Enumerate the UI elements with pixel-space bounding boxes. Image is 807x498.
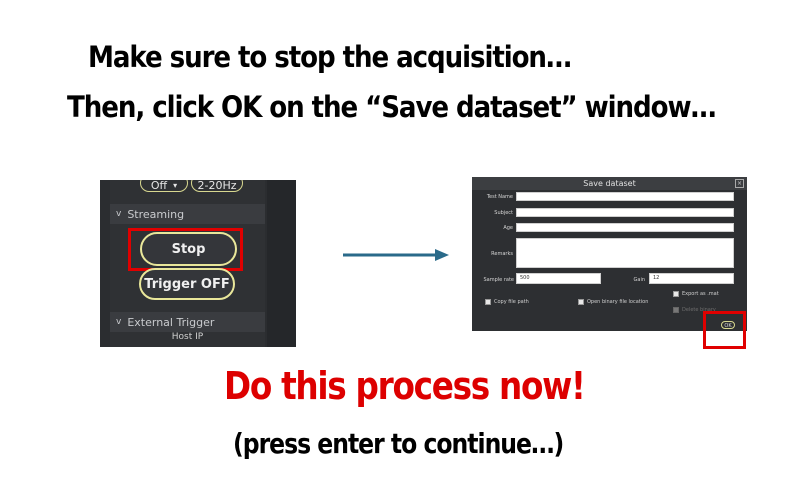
save-dataset-window: Save dataset × Test Name Subject Age Rem… — [472, 177, 747, 331]
age-input[interactable] — [516, 223, 734, 232]
host-ip-label: Host IP — [171, 332, 204, 342]
copy-file-path-label: Copy file path — [494, 299, 529, 305]
chevron-down-icon: v — [116, 209, 122, 219]
filter-off-select[interactable]: Off ▾ — [140, 180, 188, 192]
ok-button-highlight — [703, 311, 746, 349]
test-name-input[interactable] — [516, 192, 734, 201]
gain-label: Gain — [633, 277, 646, 283]
export-mat-label: Export as .mat — [682, 291, 719, 297]
remarks-input[interactable] — [516, 238, 734, 268]
copy-file-path-checkbox[interactable] — [485, 299, 491, 305]
filter-band-label: 2-20Hz — [197, 180, 237, 192]
sample-rate-input[interactable]: 500 — [516, 273, 601, 284]
open-binary-location-label: Open binary file location — [587, 299, 649, 305]
trigger-off-button[interactable]: Trigger OFF — [139, 268, 235, 300]
chevron-down-icon: v — [116, 317, 122, 327]
dialog-title: Save dataset — [472, 177, 747, 190]
test-name-label: Test Name — [486, 194, 513, 200]
close-icon[interactable]: × — [735, 179, 744, 188]
delete-binary-checkbox[interactable] — [673, 307, 679, 313]
age-label: Age — [503, 225, 513, 231]
chevron-down-icon: ▾ — [173, 180, 178, 190]
export-mat-checkbox[interactable] — [673, 291, 679, 297]
subject-label: Subject — [494, 210, 513, 216]
arrow-right-icon — [343, 249, 449, 261]
call-to-action: Do this process now! — [224, 364, 586, 408]
external-trigger-label: External Trigger — [127, 315, 215, 329]
open-binary-location-checkbox[interactable] — [578, 299, 584, 305]
remarks-label: Remarks — [491, 251, 513, 257]
filter-band-select[interactable]: 2-20Hz — [191, 180, 243, 192]
instruction-line-2: Then, click OK on the “Save dataset” win… — [67, 90, 717, 124]
filter-off-label: Off — [150, 180, 168, 192]
gain-input[interactable]: 12 — [649, 273, 734, 284]
streaming-section-header[interactable]: v Streaming — [110, 204, 265, 224]
control-panel-screenshot: Off ▾ 2-20Hz v Streaming Stop Trigger OF… — [100, 180, 296, 347]
external-trigger-section-header[interactable]: v External Trigger — [110, 312, 265, 332]
subject-input[interactable] — [516, 208, 734, 217]
continue-hint: (press enter to continue…) — [233, 427, 564, 460]
instruction-line-1: Make sure to stop the acquisition… — [88, 40, 572, 74]
sample-rate-label: Sample rate — [483, 277, 515, 283]
panel-side-strip — [267, 180, 296, 347]
stop-button-highlight — [128, 228, 243, 271]
streaming-section-label: Streaming — [127, 207, 185, 221]
